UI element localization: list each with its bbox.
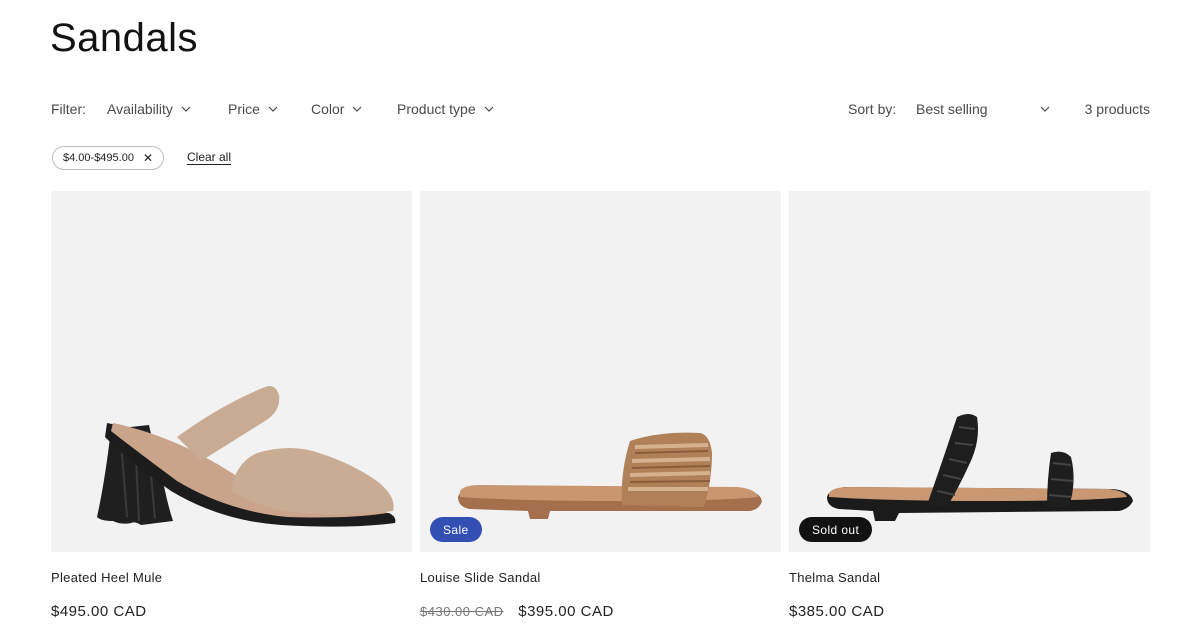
sale-price: $495.00 CAD: [51, 603, 147, 620]
compare-price: $430.00 CAD: [420, 604, 504, 619]
sale-price: $385.00 CAD: [789, 603, 885, 620]
product-title[interactable]: Thelma Sandal: [789, 570, 880, 585]
product-title[interactable]: Louise Slide Sandal: [420, 570, 541, 585]
sort-select[interactable]: Best selling: [916, 101, 1050, 117]
active-filter-pill[interactable]: $4.00-$495.00 ✕: [52, 146, 165, 170]
chevron-down-icon: [1040, 106, 1050, 112]
product-image[interactable]: [51, 191, 412, 552]
page-title: Sandals: [50, 16, 199, 60]
filter-label: Filter:: [51, 101, 86, 117]
active-filter-label: $4.00-$495.00: [63, 152, 134, 164]
product-count: 3 products: [1084, 101, 1150, 117]
product-card: Pleated Heel Mule $495.00 CAD: [51, 191, 412, 620]
chevron-down-icon: [353, 106, 362, 112]
sold-out-badge: Sold out: [799, 517, 873, 542]
sale-badge: Sale: [430, 517, 482, 542]
product-image[interactable]: Sale: [420, 191, 781, 552]
product-card: Sold out Thelma Sandal $385.00 CAD: [789, 191, 1150, 620]
filter-bar: Filter: Availability Price Color Product…: [51, 101, 1150, 121]
filter-price[interactable]: Price: [228, 101, 278, 117]
chevron-down-icon: [484, 106, 494, 112]
filter-availability[interactable]: Availability: [107, 101, 191, 117]
product-price: $385.00 CAD: [789, 603, 885, 620]
filter-price-label: Price: [228, 101, 260, 117]
filter-availability-label: Availability: [107, 101, 173, 117]
sort-label: Sort by:: [848, 101, 897, 117]
filter-color[interactable]: Color: [311, 101, 362, 117]
product-title[interactable]: Pleated Heel Mule: [51, 570, 162, 585]
sort-value: Best selling: [916, 101, 988, 117]
product-price: $495.00 CAD: [51, 603, 147, 620]
chevron-down-icon: [181, 106, 191, 112]
filter-product-type[interactable]: Product type: [397, 101, 494, 117]
filter-color-label: Color: [311, 101, 345, 117]
close-icon: ✕: [142, 151, 154, 165]
product-price: $430.00 CAD $395.00 CAD: [420, 603, 614, 620]
product-image[interactable]: Sold out: [789, 191, 1150, 552]
filter-product-type-label: Product type: [397, 101, 476, 117]
product-card: Sale Louise Slide Sandal $430.00 CAD $39…: [420, 191, 781, 620]
sale-price: $395.00 CAD: [518, 603, 614, 620]
clear-all-link[interactable]: Clear all: [187, 150, 231, 164]
chevron-down-icon: [268, 106, 278, 112]
